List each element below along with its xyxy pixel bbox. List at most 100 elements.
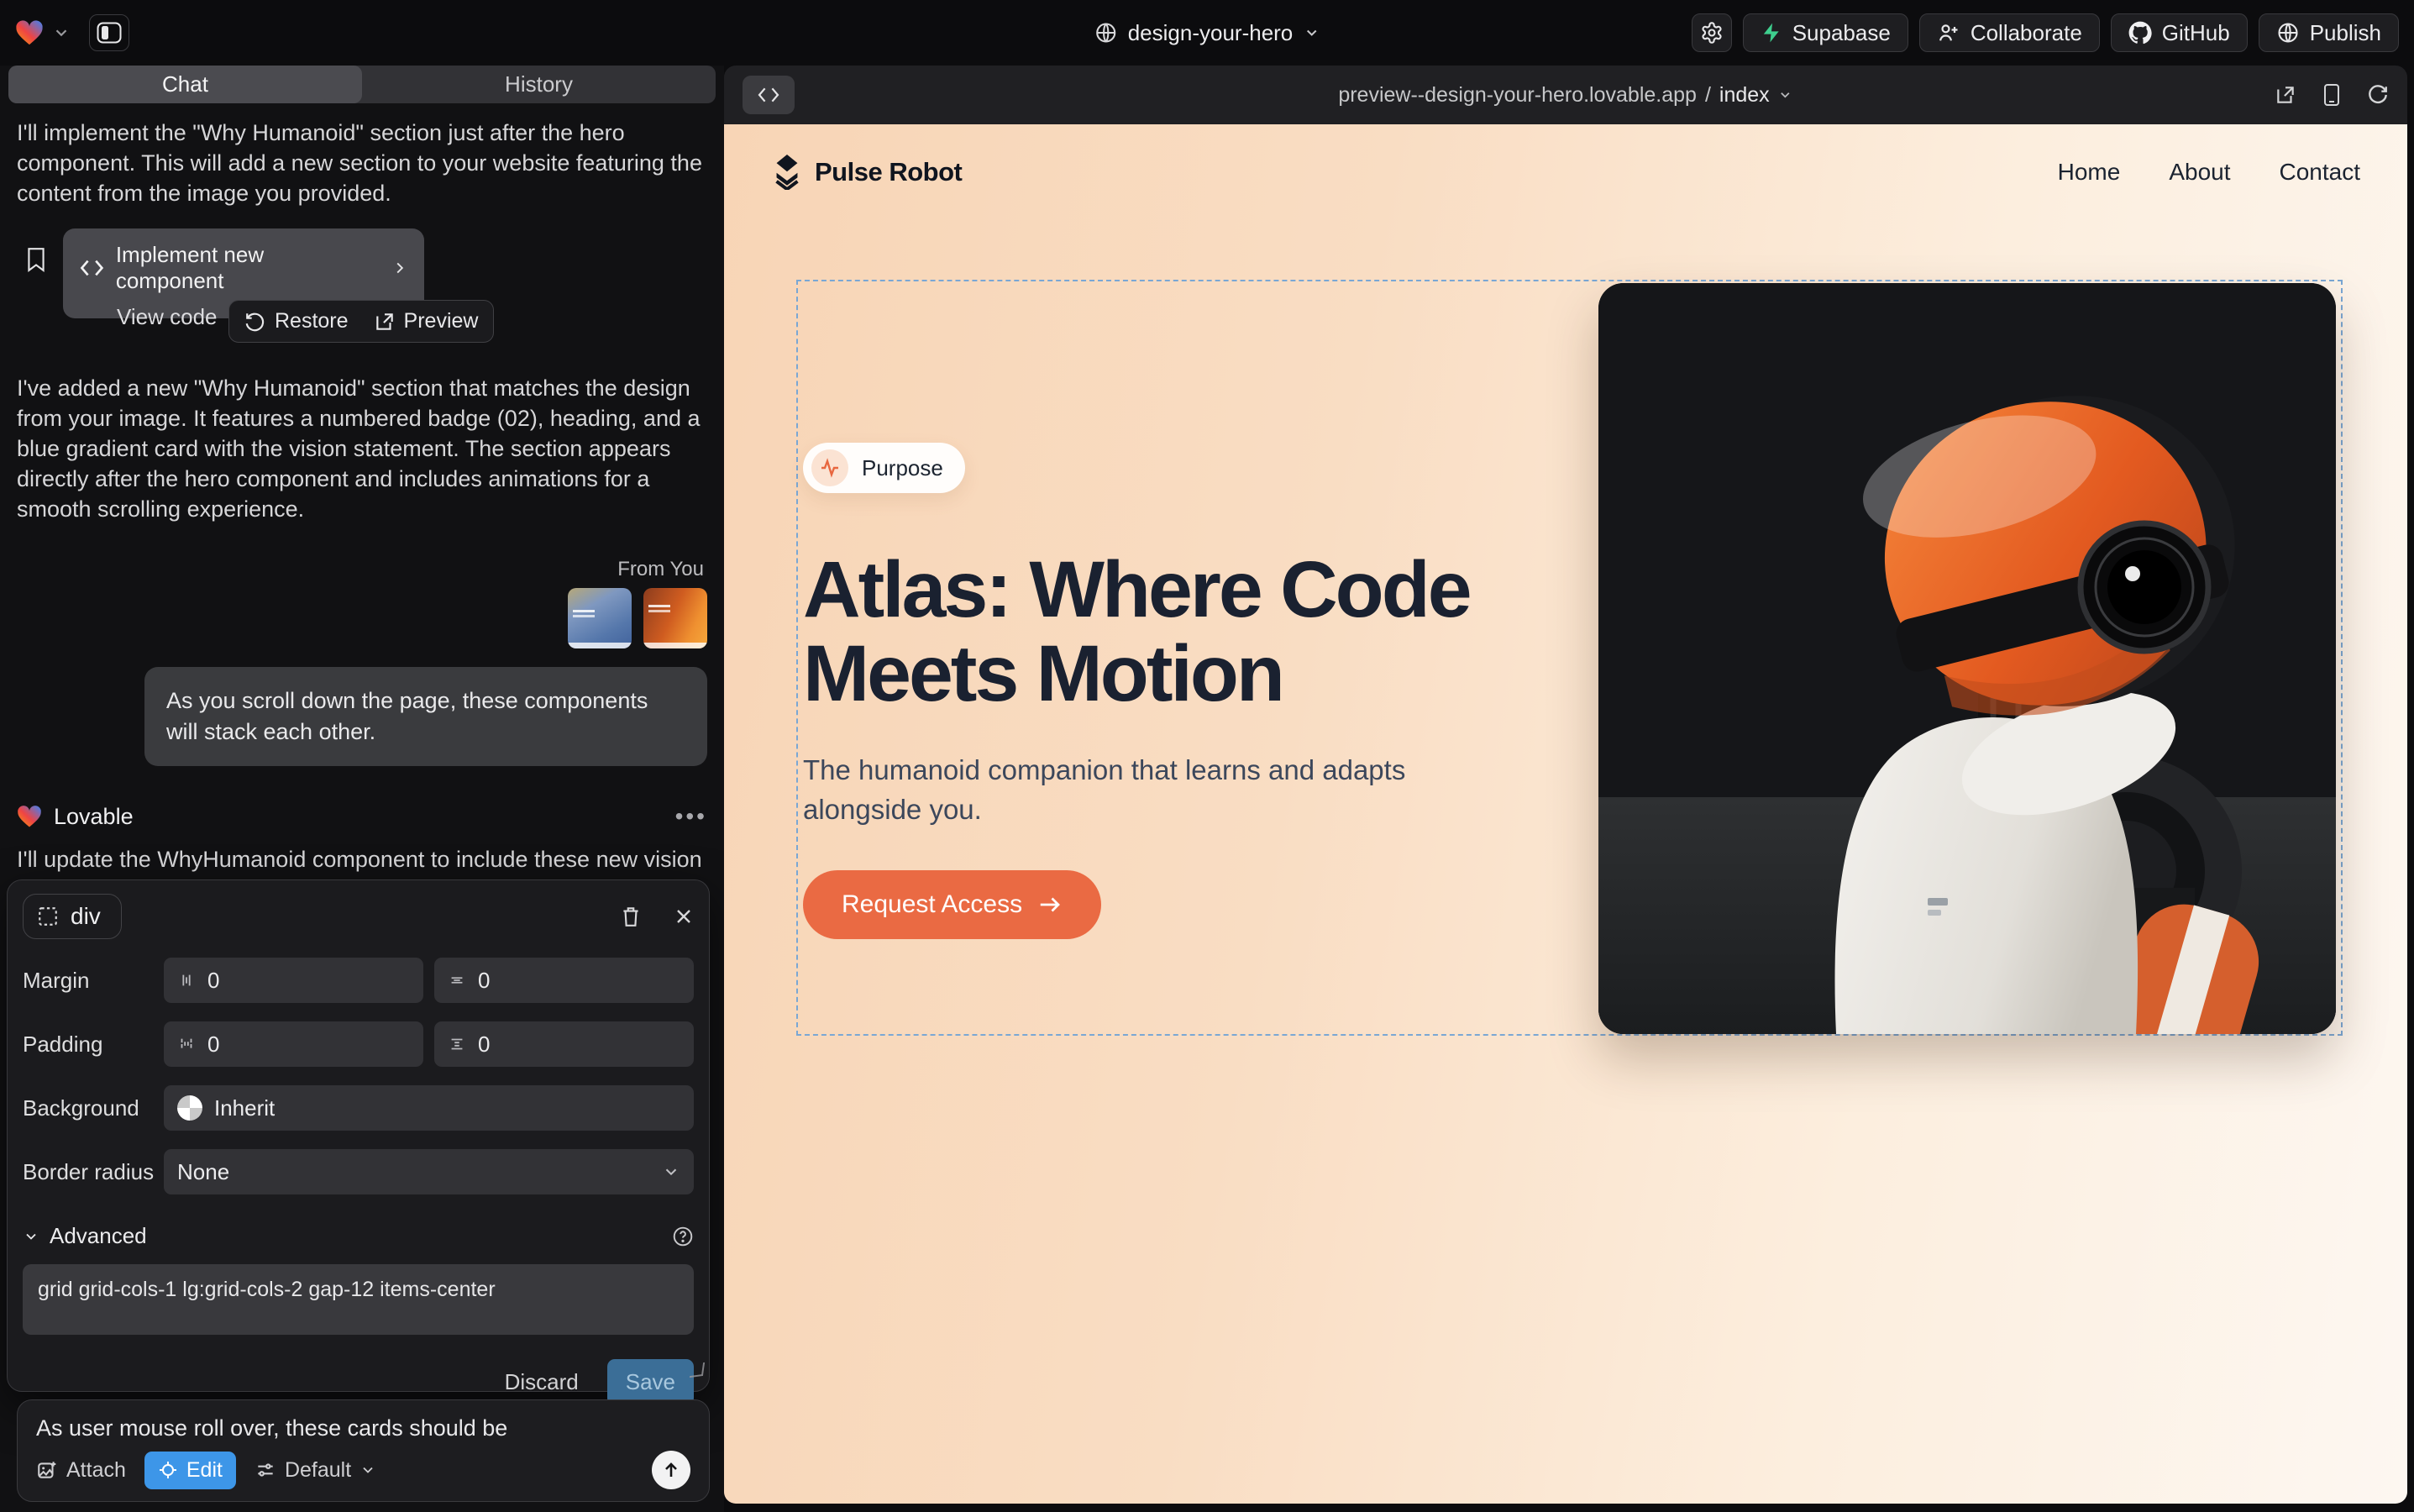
element-inspector-panel: div Margin P (7, 879, 710, 1392)
arrow-right-icon (1037, 894, 1063, 916)
margin-vertical-icon (448, 971, 466, 990)
code-view-toggle[interactable] (743, 76, 795, 114)
user-message-bubble: As you scroll down the page, these compo… (144, 667, 707, 766)
open-external-icon[interactable] (2275, 84, 2296, 106)
chevron-down-icon[interactable] (23, 1228, 39, 1245)
request-access-button[interactable]: Request Access (803, 870, 1101, 939)
nav-contact[interactable]: Contact (2280, 159, 2361, 186)
tailwind-classes-input[interactable]: grid grid-cols-1 lg:grid-cols-2 gap-12 i… (23, 1264, 694, 1335)
collaborate-button[interactable]: Collaborate (1919, 13, 2100, 52)
lovable-heart-icon (17, 805, 42, 828)
chevron-down-icon (1778, 87, 1793, 102)
external-link-icon (374, 311, 396, 333)
close-icon (674, 906, 694, 927)
save-button[interactable]: Save (607, 1359, 694, 1405)
model-selector[interactable]: Default (255, 1458, 376, 1483)
preview-toolbar: preview--design-your-hero.lovable.app / … (724, 66, 2407, 124)
padding-label: Padding (23, 1032, 164, 1058)
margin-y-input[interactable] (478, 968, 680, 994)
site-nav: Home About Contact (2058, 159, 2360, 186)
target-icon (158, 1460, 178, 1480)
advanced-section-label[interactable]: Advanced (50, 1223, 147, 1249)
preview-pane: preview--design-your-hero.lovable.app / … (724, 66, 2407, 1504)
background-value: Inherit (214, 1095, 275, 1121)
globe-icon (1094, 21, 1118, 45)
user-attachments: From You (17, 558, 707, 648)
sliders-icon (255, 1459, 276, 1481)
badge-label: Purpose (862, 455, 943, 481)
preview-url[interactable]: preview--design-your-hero.lovable.app / … (1338, 83, 1792, 108)
hero-robot-image (1598, 283, 2336, 1034)
margin-horizontal-icon (177, 971, 196, 990)
composer-input[interactable]: As user mouse roll over, these cards sho… (36, 1415, 690, 1441)
sidebar-tabs: Chat History (8, 66, 716, 103)
selected-element-pill[interactable]: div (23, 894, 122, 939)
nav-home[interactable]: Home (2058, 159, 2121, 186)
bookmark-icon[interactable] (25, 247, 47, 272)
chevron-down-icon[interactable] (52, 24, 71, 42)
site-brand[interactable]: Pulse Robot (771, 155, 962, 190)
background-field[interactable]: Inherit (164, 1085, 694, 1131)
padding-x-input[interactable] (207, 1032, 410, 1058)
purpose-badge: Purpose (803, 443, 965, 493)
textarea-resize-handle[interactable] (690, 1362, 705, 1378)
chevron-down-icon (359, 1462, 376, 1478)
code-icon (757, 86, 780, 104)
nav-about[interactable]: About (2169, 159, 2230, 186)
app-topbar: design-your-hero Supabase Collaborate Gi… (0, 0, 2414, 66)
attach-image-icon (36, 1459, 58, 1481)
chevron-down-icon (662, 1163, 680, 1181)
attach-button[interactable]: Attach (36, 1458, 126, 1483)
supabase-button[interactable]: Supabase (1743, 13, 1908, 52)
transparency-swatch-icon (177, 1095, 202, 1121)
project-switcher[interactable]: design-your-hero (1094, 20, 1320, 46)
publish-button[interactable]: Publish (2259, 13, 2399, 52)
hero-heading: Atlas: Where Code Meets Motion (803, 549, 1509, 717)
refresh-icon[interactable] (2367, 84, 2389, 106)
message-menu-button[interactable]: ••• (675, 803, 707, 830)
chat-composer[interactable]: As user mouse roll over, these cards sho… (17, 1399, 710, 1502)
settings-button[interactable] (1692, 13, 1732, 52)
discard-button[interactable]: Discard (505, 1369, 579, 1395)
gear-icon (1700, 21, 1724, 45)
padding-y-field[interactable] (434, 1021, 694, 1067)
padding-horizontal-icon (177, 1035, 196, 1053)
publish-globe-icon (2276, 21, 2300, 45)
chevron-down-icon (1303, 24, 1320, 41)
github-button[interactable]: GitHub (2111, 13, 2248, 52)
trash-icon (620, 905, 642, 928)
selected-div-outline[interactable]: Purpose Atlas: Where Code Meets Motion T… (796, 280, 2343, 1036)
padding-x-field[interactable] (164, 1021, 423, 1067)
selected-element-tag: div (71, 903, 101, 930)
delete-element-button[interactable] (620, 905, 642, 928)
preview-button[interactable]: Preview (374, 309, 479, 333)
close-inspector-button[interactable] (674, 906, 694, 927)
lovable-logo-icon[interactable] (15, 19, 44, 46)
tab-chat[interactable]: Chat (8, 66, 362, 103)
mobile-view-icon[interactable] (2322, 83, 2342, 107)
chevron-right-icon (391, 260, 407, 276)
supabase-icon (1761, 22, 1782, 44)
send-button[interactable] (652, 1451, 690, 1489)
margin-y-field[interactable] (434, 958, 694, 1003)
padding-y-input[interactable] (478, 1032, 680, 1058)
edit-mode-button[interactable]: Edit (144, 1452, 236, 1489)
from-you-label: From You (17, 558, 704, 581)
margin-x-field[interactable] (164, 958, 423, 1003)
collaborate-icon (1937, 21, 1960, 45)
pulse-icon (811, 449, 848, 486)
margin-label: Margin (23, 968, 164, 994)
tab-history[interactable]: History (362, 66, 716, 103)
help-icon[interactable] (672, 1226, 694, 1247)
preview-site: Pulse Robot Home About Contact Purpose A… (724, 124, 2407, 1504)
assistant-message: I've added a new "Why Humanoid" section … (17, 373, 707, 524)
background-label: Background (23, 1095, 164, 1121)
margin-x-input[interactable] (207, 968, 410, 994)
pulse-robot-logo-icon (771, 155, 803, 190)
toggle-sidebar-button[interactable] (89, 14, 129, 51)
attachment-thumbnail[interactable] (568, 588, 632, 648)
attachment-thumbnail[interactable] (643, 588, 707, 648)
restore-button[interactable]: Restore (244, 309, 349, 333)
border-radius-select[interactable]: None (164, 1149, 694, 1194)
chat-sidebar: Chat History I'll implement the "Why Hum… (0, 66, 724, 1512)
